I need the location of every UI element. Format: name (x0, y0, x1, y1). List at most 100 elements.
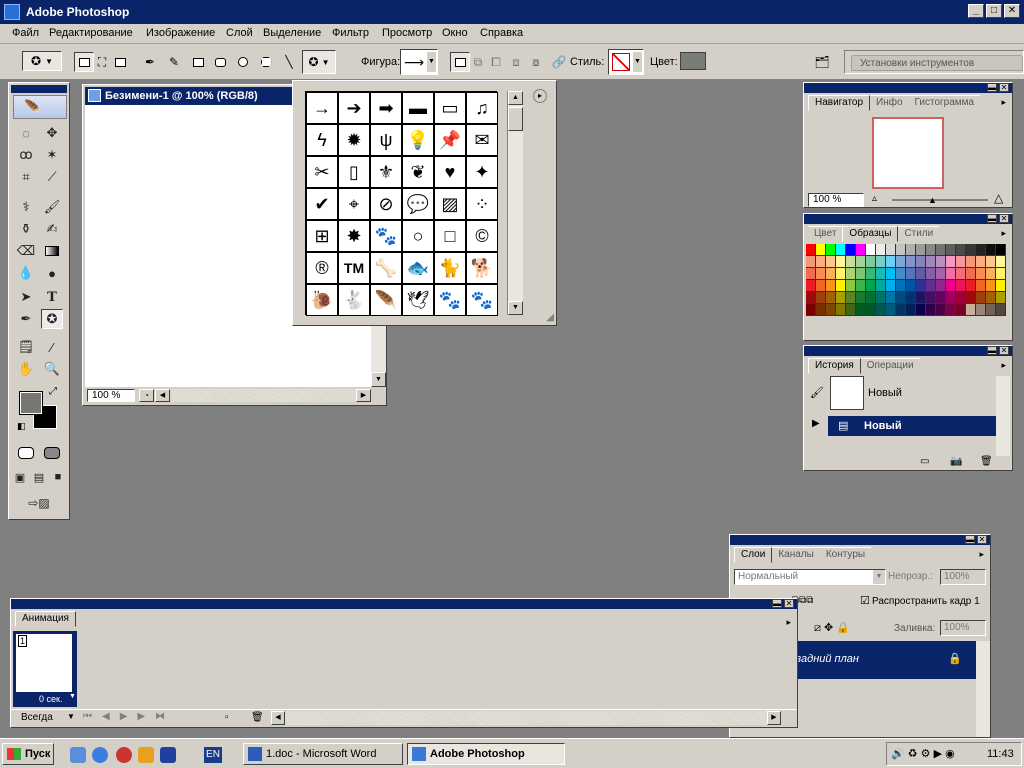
custom-shape-button[interactable]: ✪ ▼ (302, 50, 336, 74)
tab-swatches[interactable]: Образцы (842, 226, 899, 242)
color-swatch[interactable] (896, 304, 906, 316)
brush-tool[interactable]: 🖌 (41, 197, 63, 217)
color-swatch[interactable] (866, 304, 876, 316)
shape-cell[interactable]: 🐈 (434, 252, 466, 284)
color-swatch[interactable] (826, 256, 836, 268)
color-swatch[interactable] (926, 244, 936, 256)
slice-tool[interactable]: ⟋ (41, 167, 63, 187)
shape-cell[interactable]: ⊘ (370, 188, 402, 220)
tab-layers[interactable]: Слои (734, 547, 773, 563)
color-swatch[interactable] (966, 304, 976, 316)
color-swatch[interactable] (976, 256, 986, 268)
color-swatch[interactable] (876, 304, 886, 316)
shape-cell[interactable]: ✦ (466, 156, 498, 188)
color-swatch[interactable] (976, 244, 986, 256)
color-swatch[interactable] (876, 280, 886, 292)
restore-button[interactable]: □ (986, 4, 1002, 18)
subtract-mode-button[interactable]: ⧠ (486, 52, 506, 72)
shape-cell[interactable]: © (466, 220, 498, 252)
tray-icons[interactable]: 🔊 ♻ ⚙ ▶ ◉ (891, 747, 955, 760)
color-swatch[interactable] (956, 280, 966, 292)
new-document-from-state-icon[interactable]: ▭ (920, 456, 929, 467)
color-swatch[interactable] (816, 292, 826, 304)
color-swatch[interactable] (946, 256, 956, 268)
color-swatch[interactable] (976, 292, 986, 304)
color-swatch[interactable] (976, 304, 986, 316)
healing-brush-tool[interactable]: ⚕ (15, 197, 37, 217)
screen-mode-full[interactable]: ■ (49, 467, 67, 487)
scroll-down-button[interactable]: ▼ (371, 372, 386, 387)
color-swatch[interactable] (916, 256, 926, 268)
move-tool[interactable]: ✥ (41, 123, 63, 143)
shape-cell[interactable]: ❦ (402, 156, 434, 188)
shape-cell[interactable]: ➡ (370, 92, 402, 124)
toolbox-header[interactable] (11, 85, 67, 93)
duplicate-frame-icon[interactable]: ▫ (225, 712, 229, 723)
color-swatch[interactable] (996, 304, 1006, 316)
color-swatch[interactable] (836, 304, 846, 316)
color-swatch[interactable] (896, 292, 906, 304)
foreground-color[interactable] (19, 391, 43, 415)
doc-info-button[interactable]: ◔ (139, 389, 154, 402)
quick-mask-button[interactable] (41, 443, 63, 463)
blend-mode-select[interactable]: Нормальный ▼ (734, 569, 886, 585)
shape-cell[interactable]: ψ (370, 124, 402, 156)
color-swatch[interactable] (826, 292, 836, 304)
intersect-mode-button[interactable]: ⧈ (506, 52, 526, 72)
tab-animation[interactable]: Анимация (15, 611, 76, 627)
color-swatch[interactable] (896, 244, 906, 256)
gradient-tool[interactable] (41, 241, 63, 261)
color-swatch[interactable] (876, 244, 886, 256)
zoom-field[interactable]: 100 % (87, 389, 135, 402)
shape-cell[interactable]: ▨ (434, 188, 466, 220)
adobe-online-button[interactable]: 🪶 (13, 95, 67, 119)
history-state-row[interactable]: ▤ Новый (828, 416, 998, 436)
color-swatch[interactable] (816, 256, 826, 268)
palette-well[interactable]: Установки инструментов (844, 50, 1024, 74)
blur-tool[interactable]: 💧 (15, 263, 37, 283)
color-swatch[interactable] (906, 304, 916, 316)
scroll-down-button[interactable]: ▼ (508, 301, 523, 315)
shape-cell[interactable]: ▭ (434, 92, 466, 124)
tab-info[interactable]: Инфо (870, 95, 909, 111)
color-swatch[interactable] (806, 268, 816, 280)
trash-icon[interactable]: 🗑 (980, 456, 993, 467)
color-swatch[interactable] (836, 280, 846, 292)
scroll-thumb[interactable] (508, 107, 523, 131)
panel-minimize-button[interactable]: ▬ (987, 346, 997, 355)
shape-cell[interactable]: ♥ (434, 156, 466, 188)
tab-color[interactable]: Цвет (808, 226, 843, 242)
panel-header[interactable]: ▬ ✕ (804, 346, 1012, 356)
color-swatch[interactable] (916, 268, 926, 280)
color-swatch[interactable] (886, 268, 896, 280)
exclude-mode-button[interactable]: ⧇ (526, 52, 546, 72)
color-swatch[interactable] (906, 256, 916, 268)
color-swatch[interactable] (966, 256, 976, 268)
color-swatch[interactable] (936, 256, 946, 268)
color-swatch[interactable] (866, 292, 876, 304)
scroll-right-button[interactable]: ▶ (356, 389, 371, 402)
color-swatch[interactable] (906, 244, 916, 256)
zoom-out-icon[interactable]: ▵ (872, 193, 877, 204)
color-swatch[interactable] (866, 256, 876, 268)
color-swatch[interactable] (866, 268, 876, 280)
color-swatch[interactable] (856, 280, 866, 292)
menu-help[interactable]: Справка (480, 27, 523, 39)
color-swatch[interactable] (886, 244, 896, 256)
desktop-icon[interactable] (70, 747, 86, 763)
color-swatch[interactable] (946, 280, 956, 292)
menu-window[interactable]: Окно (442, 27, 468, 39)
color-swatch[interactable] (886, 304, 896, 316)
color-swatch[interactable] (906, 268, 916, 280)
color-swatch[interactable] (680, 52, 706, 70)
tab-navigator[interactable]: Навигатор (808, 95, 871, 111)
pen-tool-button[interactable]: ✒ (140, 52, 160, 72)
shape-cell[interactable]: ® (306, 252, 338, 284)
color-swatch[interactable] (846, 244, 856, 256)
color-swatch[interactable] (966, 292, 976, 304)
color-swatch[interactable] (806, 256, 816, 268)
ellipse-button[interactable] (233, 52, 253, 72)
color-swatch[interactable] (836, 292, 846, 304)
shape-cell[interactable]: 🪶 (370, 284, 402, 316)
color-swatch[interactable] (826, 280, 836, 292)
